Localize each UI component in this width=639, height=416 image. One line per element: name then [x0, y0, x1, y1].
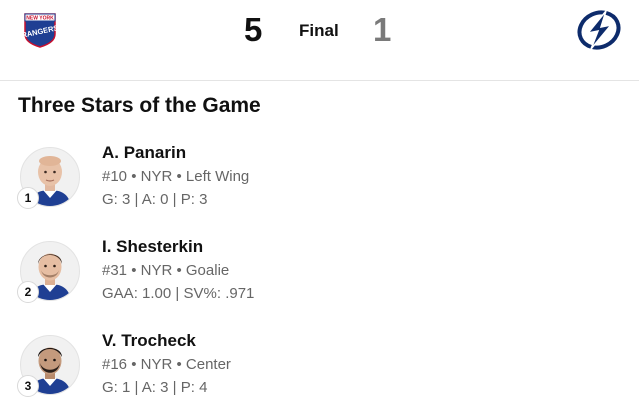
rank-badge: 2 [17, 281, 39, 303]
player-number: #31 [102, 262, 128, 279]
section-title: Three Stars of the Game [18, 94, 261, 117]
lightning-bolt-logo-icon[interactable] [576, 9, 622, 51]
stat-divider: | [134, 191, 139, 208]
stat-value: .971 [225, 285, 255, 302]
star-row-1[interactable]: 1 A. Panarin #10 • NYR • Left Wing G: 3 … [0, 142, 639, 228]
player-team: NYR [140, 168, 173, 185]
player-name: A. Panarin [102, 143, 187, 162]
rank-badge: 1 [17, 187, 39, 209]
stat-divider: | [172, 191, 177, 208]
away-score: 1 [373, 11, 392, 48]
player-number: #16 [102, 356, 128, 373]
player-meta: #10 • NYR • Left Wing [102, 168, 250, 185]
stat-value: 1 [122, 379, 131, 396]
game-status: Final [299, 21, 339, 40]
stat-value: 3 [122, 191, 131, 208]
player-team: NYR [140, 262, 173, 279]
scoreboard-header: NEW YORK RANGERS 5 Final 1 [0, 0, 639, 81]
player-meta: #31 • NYR • Goalie [102, 262, 230, 279]
stat-value: 0 [160, 191, 169, 208]
star-row-3[interactable]: 3 V. Trocheck #16 • NYR • Center G: 1 | … [0, 330, 639, 416]
stat-label: GAA [102, 285, 134, 302]
stat-divider: | [172, 379, 177, 396]
player-position: Center [185, 356, 231, 373]
stat-label: G [102, 191, 114, 208]
player-meta: #16 • NYR • Center [102, 356, 231, 373]
rangers-shield-logo-icon[interactable]: NEW YORK RANGERS [22, 12, 58, 48]
stat-value: 1.00 [142, 285, 172, 302]
player-stats: GAA: 1.00 | SV%: .971 [102, 285, 255, 302]
stat-label: P [180, 191, 191, 208]
stat-label: A [141, 379, 152, 396]
rangers-logo-top-text: NEW YORK [26, 16, 54, 22]
stat-label: A [141, 191, 152, 208]
player-name: I. Shesterkin [102, 237, 204, 256]
stat-divider: | [134, 379, 139, 396]
player-stats: G: 1 | A: 3 | P: 4 [102, 379, 208, 396]
star-row-2[interactable]: 2 I. Shesterkin #31 • NYR • Goalie GAA: … [0, 236, 639, 322]
stat-value: 4 [199, 379, 208, 396]
stat-divider: | [175, 285, 180, 302]
stat-label: P [180, 379, 191, 396]
rank-badge: 3 [17, 375, 39, 397]
player-team: NYR [140, 356, 173, 373]
player-name: V. Trocheck [102, 331, 196, 350]
player-position: Goalie [185, 262, 230, 279]
player-number: #10 [102, 168, 128, 185]
home-score: 5 [244, 11, 263, 48]
stat-label: SV% [183, 285, 217, 302]
stat-label: G [102, 379, 114, 396]
stat-value: 3 [199, 191, 208, 208]
stat-value: 3 [160, 379, 169, 396]
player-position: Left Wing [185, 168, 250, 185]
player-stats: G: 3 | A: 0 | P: 3 [102, 191, 208, 208]
